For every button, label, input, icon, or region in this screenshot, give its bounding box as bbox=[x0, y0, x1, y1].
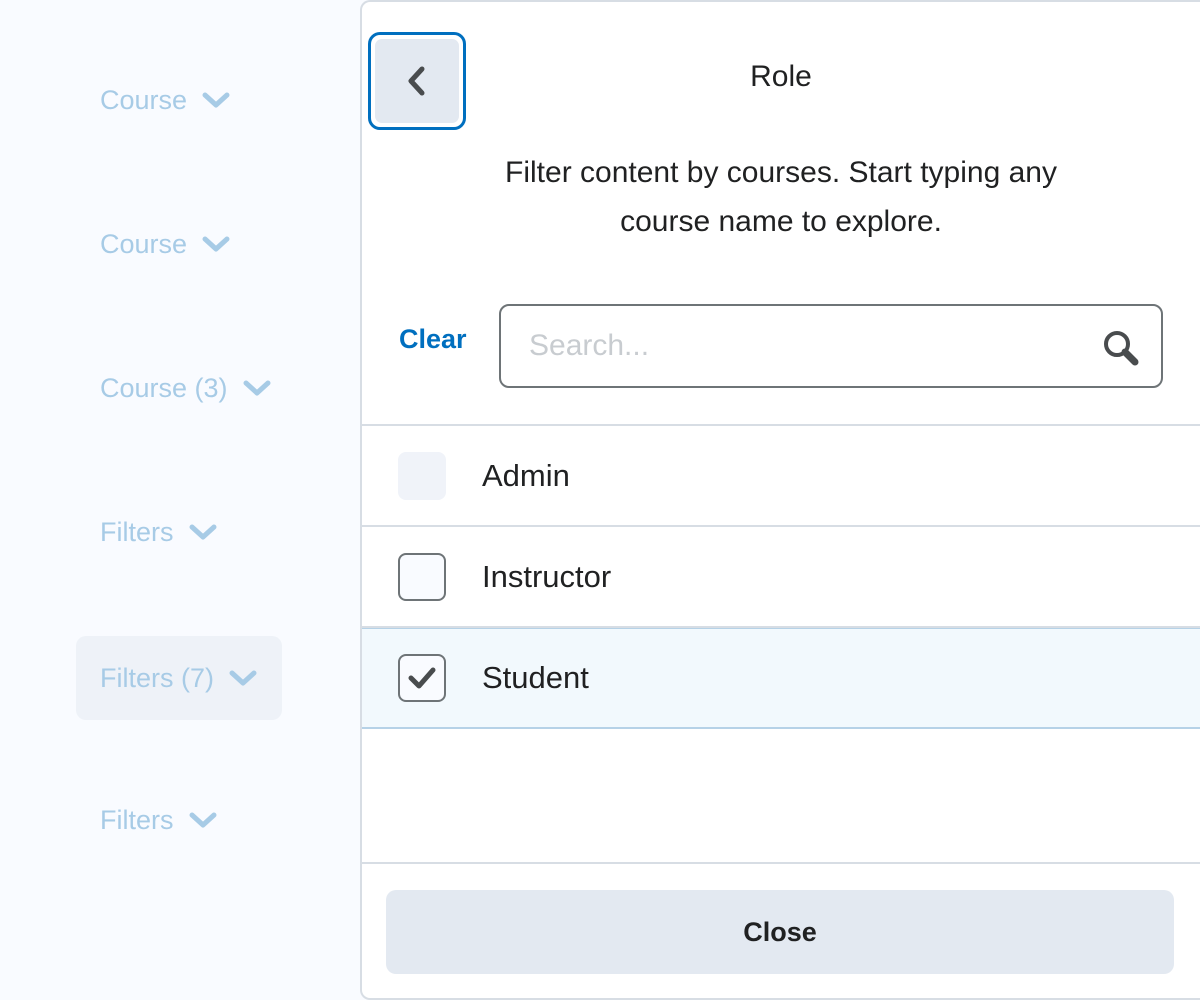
chevron-down-icon bbox=[242, 379, 272, 397]
option-instructor[interactable]: Instructor bbox=[362, 527, 1200, 628]
filter-label: Filters bbox=[100, 516, 174, 547]
checkbox-admin[interactable] bbox=[398, 451, 446, 500]
filter-label: Course bbox=[100, 84, 188, 115]
filter-label: Filters (7) bbox=[100, 662, 214, 693]
search-box bbox=[499, 304, 1163, 388]
filter-button-filters-count[interactable]: Filters (7) bbox=[76, 636, 282, 720]
option-admin[interactable]: Admin bbox=[362, 426, 1200, 527]
filter-label: Filters bbox=[100, 804, 174, 835]
chevron-down-icon bbox=[228, 669, 258, 687]
filter-label: Course (3) bbox=[100, 372, 228, 403]
chevron-down-icon bbox=[201, 235, 231, 253]
filter-button-course[interactable]: Course bbox=[76, 202, 255, 286]
filter-label: Course bbox=[100, 228, 188, 259]
role-filter-dialog: Role Filter content by courses. Start ty… bbox=[360, 0, 1200, 1000]
clear-button[interactable]: Clear bbox=[399, 324, 467, 355]
filter-button-filters[interactable]: Filters bbox=[76, 490, 242, 574]
filter-button-course-count[interactable]: Course (3) bbox=[76, 346, 296, 430]
search-input[interactable] bbox=[529, 324, 1089, 368]
checkbox-instructor[interactable] bbox=[398, 552, 446, 601]
role-options-list: Admin Instructor Student bbox=[362, 424, 1200, 729]
dialog-title: Role bbox=[750, 60, 812, 93]
option-label: Admin bbox=[482, 457, 570, 493]
page: Course Course Course (3) Filters Filters… bbox=[0, 0, 1200, 1000]
option-label: Instructor bbox=[482, 558, 612, 594]
dialog-description: Filter content by courses. Start typing … bbox=[505, 156, 1057, 238]
filter-button-filters[interactable]: Filters bbox=[76, 778, 242, 862]
close-button[interactable]: Close bbox=[386, 890, 1174, 974]
search-icon[interactable] bbox=[1101, 328, 1141, 368]
footer-divider bbox=[362, 862, 1200, 864]
chevron-down-icon bbox=[201, 91, 231, 109]
chevron-down-icon bbox=[188, 523, 218, 541]
checkmark-icon bbox=[408, 667, 436, 689]
option-label: Student bbox=[482, 660, 589, 695]
filter-button-course[interactable]: Course bbox=[76, 58, 255, 142]
option-student[interactable]: Student bbox=[362, 628, 1200, 729]
checkbox-student[interactable] bbox=[398, 654, 446, 702]
chevron-down-icon bbox=[188, 811, 218, 829]
